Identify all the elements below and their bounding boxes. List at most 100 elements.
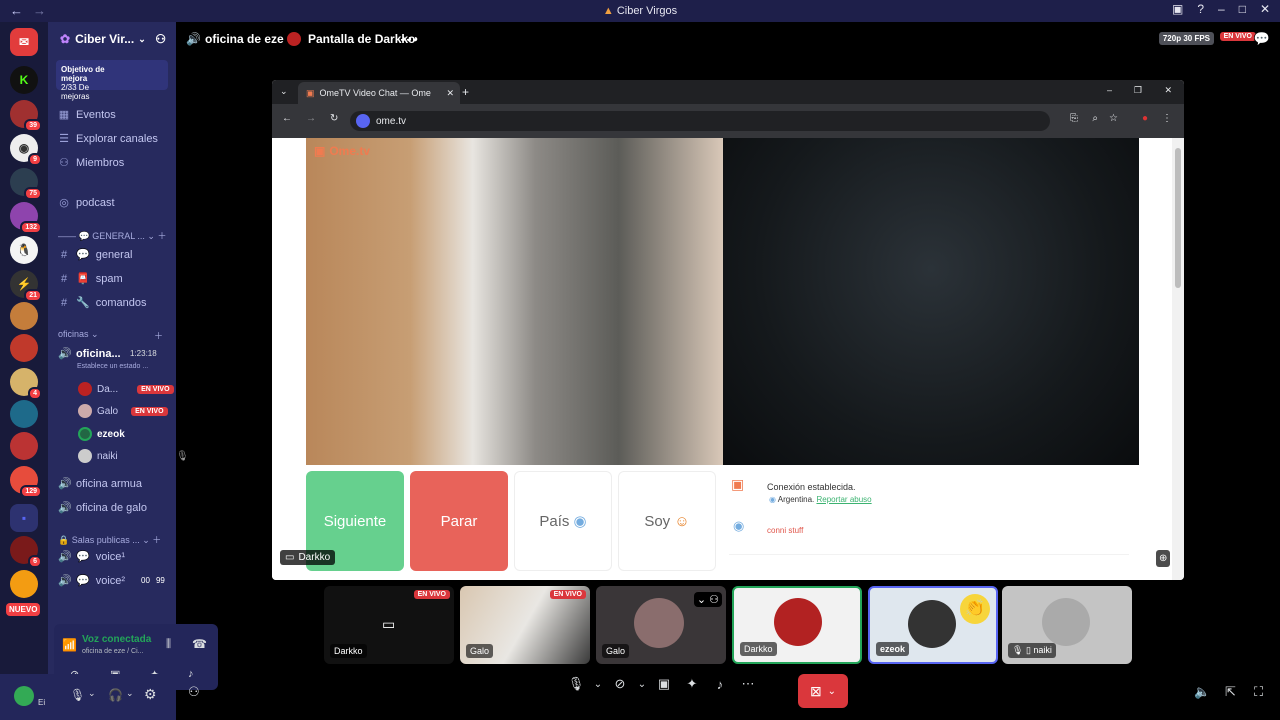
server-icon[interactable]: 129	[10, 466, 42, 498]
participant-tile[interactable]: Galo ⌄ ⚇	[596, 586, 726, 664]
server-icon[interactable]: 4	[10, 368, 42, 400]
url-field[interactable]: ome.tv	[350, 111, 1050, 131]
camera-off-icon[interactable]: ⊘	[606, 676, 634, 692]
viewers-avatars[interactable]: ◕◕◕	[400, 34, 418, 45]
new-tab-icon[interactable]: +	[462, 85, 469, 99]
stage-header: 🔊 oficina de eze Pantalla de Darkko ◕◕◕ …	[176, 22, 1280, 56]
participant-tile[interactable]: 👏 ezeok	[868, 586, 998, 664]
server-icon[interactable]: 6	[10, 536, 42, 568]
scrollbar-thumb[interactable]	[1175, 148, 1181, 288]
minimize-icon[interactable]: –	[1218, 2, 1225, 16]
voice-channel-oficina-galo[interactable]: 🔊 oficina de galo	[58, 501, 147, 515]
server-icon[interactable]	[10, 334, 38, 362]
user-avatar[interactable]	[14, 686, 34, 706]
microphone-icon[interactable]: 🎙	[562, 676, 590, 692]
headphones-icon[interactable]: 🎧	[108, 688, 123, 702]
chat-bubble-icon[interactable]: 💬	[1254, 31, 1270, 47]
inbox-icon[interactable]: ▣	[1172, 2, 1183, 16]
zoom-in-icon[interactable]: ⊕	[1156, 550, 1171, 567]
country-button[interactable]: País ◉	[514, 471, 612, 571]
install-icon[interactable]: ⎘	[1070, 113, 1078, 124]
menu-events[interactable]: ▦ Eventos	[58, 108, 116, 122]
category-general[interactable]: —— 💬 GENERAL ... ⌄ ＋	[58, 229, 166, 242]
volume-icon[interactable]: 🔈	[1194, 684, 1210, 700]
chevron-down-icon[interactable]: ⌄	[590, 679, 606, 690]
bookmark-star-icon[interactable]: ☆	[1109, 113, 1118, 124]
more-options-icon[interactable]: ⋯	[734, 676, 762, 692]
extension-icon[interactable]: ●	[1142, 113, 1148, 124]
ometv-logo-icon: ▣	[731, 476, 745, 492]
user-name[interactable]: Ei	[38, 698, 45, 707]
channel-general[interactable]: # 💬 general	[58, 248, 132, 262]
forward-icon[interactable]: →	[306, 113, 316, 124]
server-icon[interactable]	[10, 432, 38, 460]
voice-channel-voice1[interactable]: 🔊 💬 voice¹	[58, 550, 125, 564]
server-icon[interactable]	[10, 400, 38, 428]
end-call-button[interactable]: ⊠ ⌄	[798, 674, 848, 708]
browser-tab[interactable]: ▣ OmeTV Video Chat — Ome ✕	[298, 82, 460, 104]
category-salas-publicas[interactable]: 🔒 Salas publicas ... ⌄ ＋	[58, 533, 161, 546]
server-header[interactable]: ✿ Ciber Vir... ⌄ ⚇	[48, 22, 176, 56]
help-icon[interactable]: ?	[1197, 2, 1204, 16]
reload-icon[interactable]: ↻	[330, 113, 338, 124]
server-icon-eye[interactable]: ◉ 9	[10, 134, 42, 166]
participant-tile[interactable]: Darkko	[732, 586, 862, 664]
voice-channel-oficina-armua[interactable]: 🔊 oficina armua	[58, 477, 142, 491]
channel-spam[interactable]: # 📮 spam	[58, 272, 123, 286]
soundboard-icon[interactable]: ♪	[188, 668, 194, 680]
close-icon[interactable]: ✕	[1164, 85, 1172, 96]
menu-members[interactable]: ⚇ Miembros	[58, 156, 124, 170]
channel-comandos[interactable]: # 🔧 comandos	[58, 296, 147, 310]
back-icon[interactable]: ←	[282, 113, 292, 124]
zoom-icon[interactable]: ⌕	[1092, 113, 1098, 124]
invite-icon[interactable]: ⚇	[188, 684, 200, 700]
chevron-down-icon[interactable]: ⌄	[634, 679, 650, 690]
tab-search-icon[interactable]: ⌄	[280, 86, 288, 97]
server-icon-linux[interactable]: 🐧	[10, 236, 38, 264]
channel-podcast[interactable]: ◎ podcast	[58, 196, 114, 210]
server-icon-kick[interactable]: K	[10, 66, 38, 94]
report-abuse-link[interactable]: Reportar abuso	[816, 495, 871, 504]
category-oficinas[interactable]: oficinas ⌄ ＋	[58, 329, 163, 341]
status-hint[interactable]: Establece un estado ...	[77, 363, 148, 370]
chevron-down-icon[interactable]: ⌄	[126, 688, 134, 699]
server-icon[interactable]: 132	[10, 202, 42, 234]
menu-browse-channels[interactable]: ☰ Explorar canales	[58, 132, 158, 146]
participant-tile[interactable]: EN VIVO Galo	[460, 586, 590, 664]
voice-user[interactable]: ezeok	[78, 427, 125, 441]
tab-close-icon[interactable]: ✕	[446, 88, 454, 99]
close-icon[interactable]: ✕	[1260, 2, 1270, 16]
chevron-down-icon[interactable]: ⌄	[88, 688, 96, 699]
popout-icon[interactable]: ⇱	[1225, 684, 1236, 700]
voice-channel-active[interactable]: 🔊 oficina... 1:23:18	[58, 347, 157, 361]
folder-icon[interactable]: ▪	[10, 504, 38, 532]
soundboard-icon[interactable]: ♪	[706, 677, 734, 692]
screen-share-icon[interactable]: ▣	[650, 676, 678, 692]
chat-input[interactable]	[729, 554, 1129, 574]
server-icon[interactable]: 75	[10, 168, 42, 200]
settings-gear-icon[interactable]: ⚙	[144, 686, 157, 703]
restore-icon[interactable]: ❐	[1134, 85, 1142, 96]
discord-home-icon[interactable]: ✉	[10, 28, 38, 56]
voice-user[interactable]: Galo EN VIVO	[78, 404, 168, 418]
stop-button[interactable]: Parar	[410, 471, 508, 571]
boost-goal[interactable]: Objetivo de mejora 2/33 De mejoras	[56, 60, 168, 101]
gender-button[interactable]: Soy ☺	[618, 471, 716, 571]
voice-user[interactable]: naiki 🎙	[78, 449, 189, 463]
participant-tile[interactable]: ▭ EN VIVO Darkko	[324, 586, 454, 664]
voice-user[interactable]: Da... EN VIVO	[78, 382, 174, 396]
participant-tile[interactable]: 🎙 ▯ naiki	[1002, 586, 1132, 664]
page-scrollbar[interactable]	[1172, 138, 1184, 580]
minimize-icon[interactable]: –	[1107, 85, 1112, 95]
stage-icon: ◎	[59, 197, 69, 209]
server-icon[interactable]: ⚡ 21	[10, 270, 42, 302]
activities-icon[interactable]: ✦	[678, 676, 706, 692]
fullscreen-icon[interactable]: ⛶	[1254, 684, 1263, 700]
maximize-icon[interactable]: □	[1239, 2, 1246, 16]
collapse-chevron-icon[interactable]: ⌄ ⚇	[693, 592, 722, 607]
server-icon[interactable]: 39	[10, 100, 42, 132]
server-icon[interactable]	[10, 302, 38, 330]
menu-dots-icon[interactable]: ⋮	[1162, 113, 1172, 124]
add-member-icon[interactable]: ⚇	[155, 32, 166, 46]
microphone-icon[interactable]: 🎙	[70, 688, 85, 702]
